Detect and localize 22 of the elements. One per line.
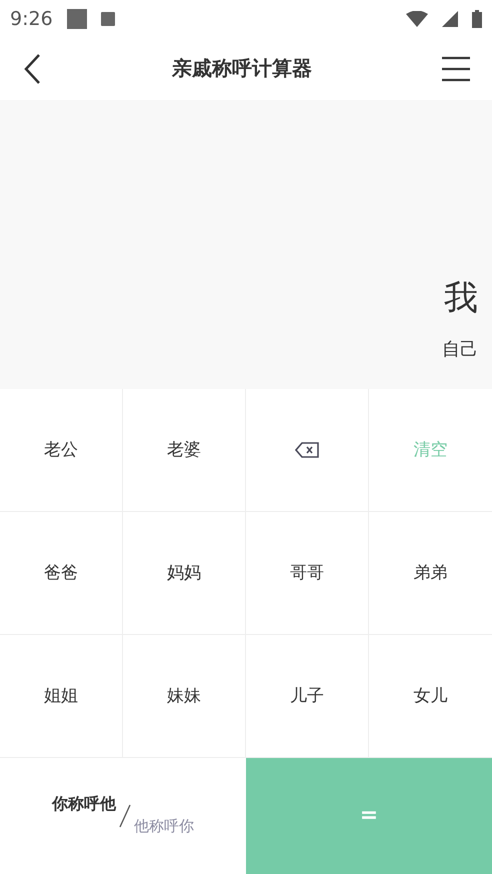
battery-icon bbox=[472, 10, 482, 28]
status-time: 9:26 bbox=[10, 8, 53, 30]
back-button[interactable] bbox=[22, 52, 42, 85]
wifi-icon bbox=[406, 10, 428, 27]
page-title: 亲戚称呼计算器 bbox=[172, 55, 312, 82]
notification-icon bbox=[100, 12, 115, 26]
relation-key[interactable]: 姐姐 bbox=[0, 634, 123, 758]
relation-key[interactable]: 妈妈 bbox=[123, 512, 246, 635]
relation-key[interactable]: 爸爸 bbox=[0, 512, 123, 635]
relation-key[interactable]: 老婆 bbox=[123, 388, 246, 512]
signal-icon bbox=[442, 10, 458, 27]
result-text: 我 bbox=[444, 276, 478, 320]
relation-key[interactable]: 哥哥 bbox=[246, 512, 369, 635]
slash-divider bbox=[118, 804, 132, 828]
menu-button[interactable] bbox=[442, 56, 470, 82]
expression-text: 自己 bbox=[442, 338, 478, 361]
notification-icon bbox=[66, 8, 87, 29]
mode-option[interactable]: 你称呼他 bbox=[52, 794, 116, 816]
relation-key[interactable]: 老公 bbox=[0, 388, 123, 512]
backspace-icon bbox=[295, 442, 319, 458]
relation-key[interactable]: 儿子 bbox=[246, 634, 369, 758]
relation-key[interactable]: 妹妹 bbox=[123, 634, 246, 758]
